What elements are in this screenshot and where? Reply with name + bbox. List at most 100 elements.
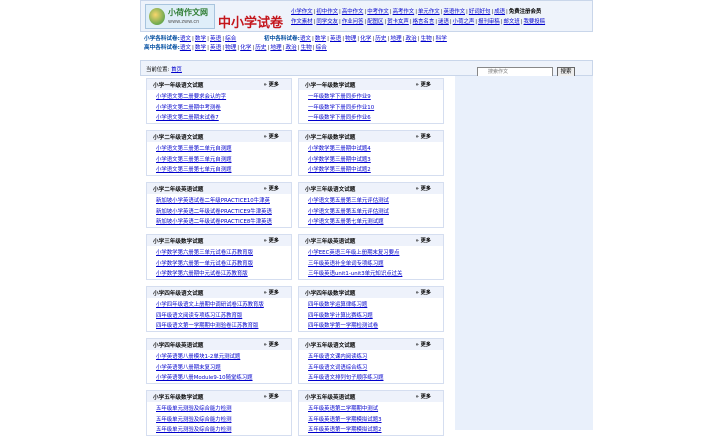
list-item-link[interactable]: 四年级数学运算律练习题 (308, 300, 440, 311)
subject-link[interactable]: 英语 (330, 36, 341, 42)
more-link[interactable]: » 更多 (263, 81, 279, 88)
topnav-link[interactable]: 单元作文 (418, 9, 440, 15)
topnav-link[interactable]: 中考作文 (367, 9, 389, 15)
more-link[interactable]: » 更多 (415, 237, 431, 244)
more-link[interactable]: » 更多 (263, 185, 279, 192)
topnav-link[interactable]: 好词好句 (469, 9, 491, 15)
more-link[interactable]: » 更多 (263, 237, 279, 244)
list-item-link[interactable]: 小学语文第五册第五单元评估测试 (308, 207, 440, 218)
list-item-link[interactable]: 小学数学第六册期中元试卷江苏教育版 (156, 269, 288, 280)
more-link[interactable]: » 更多 (263, 289, 279, 296)
list-item-link[interactable]: 小学数学第六册第三单元试卷江苏教育版 (156, 248, 288, 259)
subject-link[interactable]: 政治 (285, 45, 296, 51)
subject-link[interactable]: 物理 (345, 36, 356, 42)
list-item-link[interactable]: 五年级语文课内阅读练习 (308, 352, 440, 363)
subject-link[interactable]: 化学 (360, 36, 371, 42)
list-item-link[interactable]: 一年级数学下册同步作业10 (308, 103, 440, 114)
list-item-link[interactable]: 小学英语第八册Module9-10随堂练习题 (156, 373, 288, 384)
subject-link[interactable]: 综合 (316, 45, 327, 51)
list-item-link[interactable]: 小学数学第三册期中试题2 (308, 165, 440, 176)
topnav-link[interactable]: 成语 (494, 9, 505, 15)
more-link[interactable]: » 更多 (263, 341, 279, 348)
subject-link[interactable]: 地理 (390, 36, 401, 42)
more-link[interactable]: » 更多 (415, 81, 431, 88)
subject-link[interactable]: 数学 (195, 45, 206, 51)
more-link[interactable]: » 更多 (263, 393, 279, 400)
topnav-link[interactable]: 英语作文 (443, 9, 465, 15)
list-item-link[interactable]: 小学数学第三册期中试题3 (308, 155, 440, 166)
subject-link[interactable]: 语文 (180, 45, 191, 51)
subject-link[interactable]: 历史 (255, 45, 266, 51)
topnav-link[interactable]: 小学作文 (291, 9, 313, 15)
list-item-link[interactable]: 小学数学第三册期中试题4 (308, 144, 440, 155)
list-item-link[interactable]: 小学语文第三册第七单元自测题 (156, 165, 288, 176)
list-item-link[interactable]: 小学EEC英语三年级上册期末复习要点 (308, 248, 440, 259)
topnav-link[interactable]: 格言名言 (413, 19, 435, 25)
subject-link[interactable]: 语文 (180, 36, 191, 42)
list-item-link[interactable]: 五年级单元测验及综合能力检测 (156, 415, 288, 426)
list-item-link[interactable]: 新加坡小学英语二年级试卷PRACTICE9牛津英语 (156, 207, 288, 218)
topnav-link[interactable]: 作文素材 (291, 19, 313, 25)
topnav-link[interactable]: 作业问答 (342, 19, 364, 25)
list-item-link[interactable]: 五年级英语第二学期期中测试 (308, 404, 440, 415)
list-item-link[interactable]: 小学语文第五册第七单元测试题 (308, 217, 440, 228)
subject-link[interactable]: 数学 (195, 36, 206, 42)
list-item-link[interactable]: 四年级语文阅读专项练习江苏教育版 (156, 311, 288, 322)
topnav-link[interactable]: 配图区 (367, 19, 383, 25)
list-item-link[interactable]: 小学语文第二册期末试卷7 (156, 113, 288, 124)
more-link[interactable]: » 更多 (415, 289, 431, 296)
list-item-link[interactable]: 四年级语文第一学期期中测验卷江苏教育版 (156, 321, 288, 332)
list-item-link[interactable]: 五年级语文词语综合练习 (308, 363, 440, 374)
list-item-link[interactable]: 五年级英语第一学期模拟试题3 (308, 415, 440, 426)
list-item-link[interactable]: 小学英语第八册期末复习题 (156, 363, 288, 374)
more-link[interactable]: » 更多 (415, 133, 431, 140)
more-link[interactable]: » 更多 (415, 341, 431, 348)
topnav-link[interactable]: 小荷之声 (453, 19, 475, 25)
list-item-link[interactable]: 三年级英语补全单词专项练习题 (308, 259, 440, 270)
list-item-link[interactable]: 三年级英语unit1-unit3单元知识点过关 (308, 269, 440, 280)
list-item-link[interactable]: 五年级单元测验及综合能力检测 (156, 425, 288, 436)
list-item-link[interactable]: 五年级单元测验及综合能力检测 (156, 404, 288, 415)
list-item-link[interactable]: 五年级语文排列句子顺序练习题 (308, 373, 440, 384)
list-item-link[interactable]: 小学语文第二册要求会认的字 (156, 92, 288, 103)
subject-link[interactable]: 化学 (240, 45, 251, 51)
topnav-link[interactable]: 谜语 (438, 19, 449, 25)
list-item-link[interactable]: 小学四年级语文上册期中调研试卷江苏教育版 (156, 300, 288, 311)
more-link[interactable]: » 更多 (263, 133, 279, 140)
subject-link[interactable]: 科学 (436, 36, 447, 42)
list-item-link[interactable]: 一年级数学下册同步作业9 (308, 92, 440, 103)
subject-link[interactable]: 生物 (301, 45, 312, 51)
list-item-link[interactable]: 小学语文第三册第三单元自测题 (156, 155, 288, 166)
list-item-link[interactable]: 新加坡小学英语试卷二年级PRACTICE10牛津英 (156, 196, 288, 207)
site-logo[interactable]: 小荷作文网 www.zww.cn (145, 4, 215, 29)
list-item-link[interactable]: 一年级数学下册同步作业6 (308, 113, 440, 124)
list-item-link[interactable]: 五年级英语第一学期模拟试题2 (308, 425, 440, 436)
subject-link[interactable]: 地理 (270, 45, 281, 51)
topnav-link[interactable]: 报刊审稿 (478, 19, 500, 25)
topnav-link[interactable]: 贺卡女声 (387, 19, 409, 25)
more-link[interactable]: » 更多 (415, 185, 431, 192)
list-item-link[interactable]: 小学语文第二册期中考测卷 (156, 103, 288, 114)
list-item-link[interactable]: 小学语文第三册第二单元自测题 (156, 144, 288, 155)
list-item-link[interactable]: 小学数学第六册第一单元试卷江苏教育版 (156, 259, 288, 270)
breadcrumb-home-link[interactable]: 首页 (171, 67, 182, 73)
list-item-link[interactable]: 四年级数学计算比赛练习题 (308, 311, 440, 322)
subject-link[interactable]: 英语 (210, 36, 221, 42)
list-item-link[interactable]: 新加坡小学英语二年级试卷PRACTICE8牛津英语 (156, 217, 288, 228)
subject-link[interactable]: 综合 (225, 36, 236, 42)
subject-link[interactable]: 英语 (210, 45, 221, 51)
topnav-link[interactable]: 高中作文 (342, 9, 364, 15)
subject-link[interactable]: 语文 (300, 36, 311, 42)
topnav-link[interactable]: 高考作文 (393, 9, 415, 15)
subject-link[interactable]: 政治 (405, 36, 416, 42)
topnav-link[interactable]: 初中作文 (316, 9, 338, 15)
subject-link[interactable]: 数学 (315, 36, 326, 42)
list-item-link[interactable]: 四年级数学第一学期检测试卷 (308, 321, 440, 332)
topnav-link[interactable]: 免费注册会员 (509, 9, 541, 15)
topnav-link[interactable]: 同学交友 (316, 19, 338, 25)
subject-link[interactable]: 物理 (225, 45, 236, 51)
more-link[interactable]: » 更多 (415, 393, 431, 400)
topnav-link[interactable]: 邮文班 (503, 19, 519, 25)
subject-link[interactable]: 生物 (421, 36, 432, 42)
list-item-link[interactable]: 小学语文第五册第三单元评估测试 (308, 196, 440, 207)
